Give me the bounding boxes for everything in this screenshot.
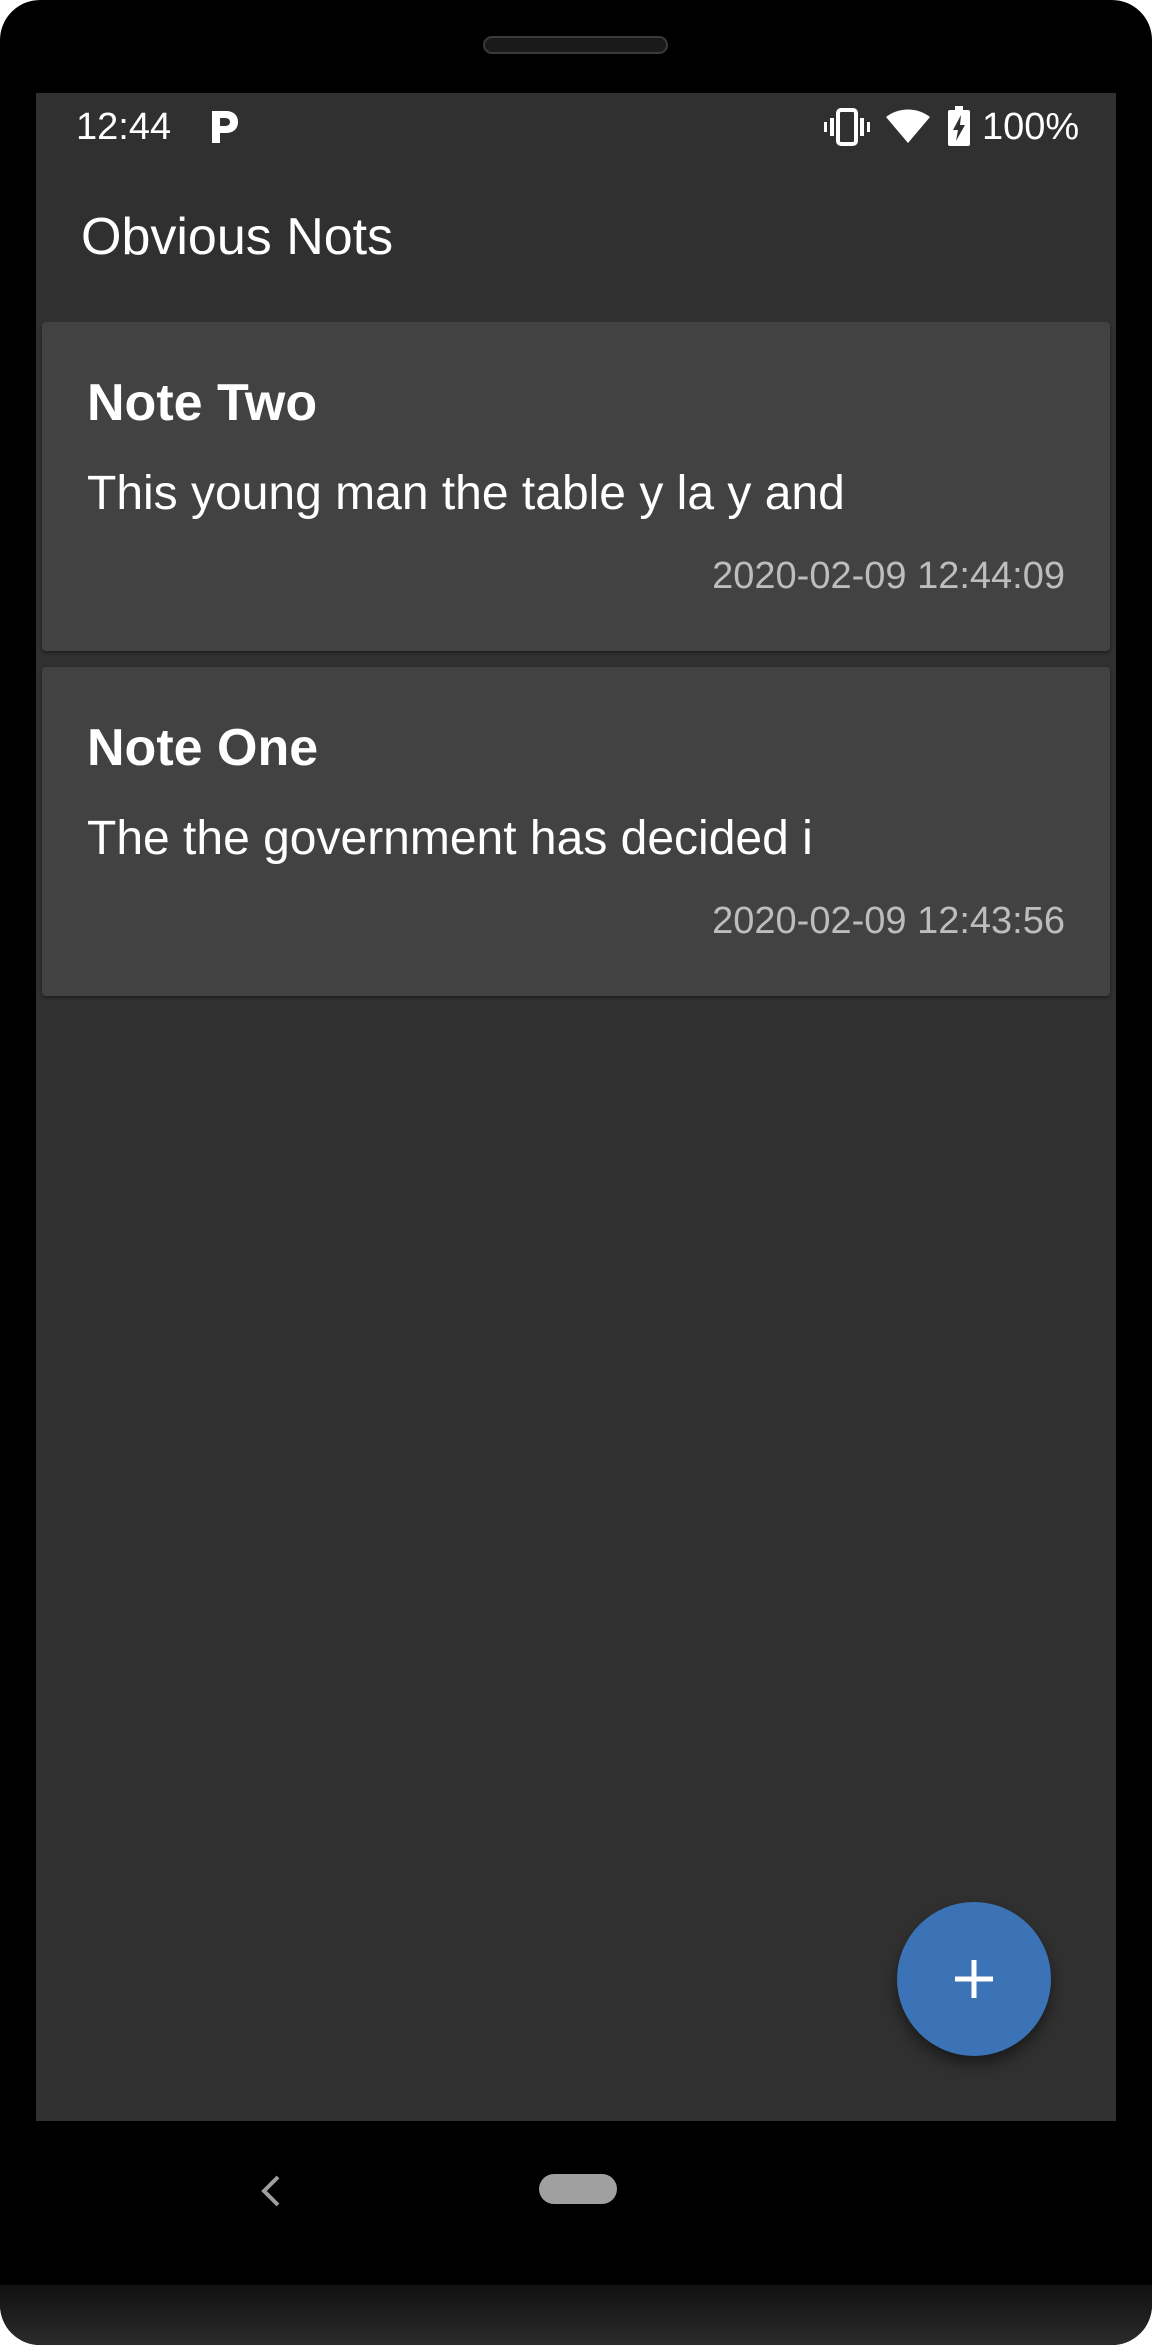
app-title: Obvious Nots [81, 208, 394, 266]
vibrate-icon [824, 108, 870, 146]
phone-frame: 12:44 100% Obvious Nots Note Two This yo… [0, 0, 1152, 2345]
note-card[interactable]: Note Two This young man the table y la y… [42, 322, 1110, 651]
battery-charging-icon [948, 106, 970, 146]
status-time: 12:44 [76, 106, 172, 148]
note-body: The the government has decided i [87, 812, 813, 865]
note-timestamp: 2020-02-09 12:44:09 [712, 555, 1065, 597]
add-note-button[interactable] [897, 1902, 1051, 2056]
home-pill[interactable] [539, 2174, 617, 2204]
note-title: Note Two [87, 374, 318, 432]
wifi-icon [886, 109, 930, 143]
status-bar: 12:44 100% [36, 93, 1116, 159]
plus-icon [955, 1960, 993, 1998]
note-title: Note One [87, 719, 319, 777]
app-screen: 12:44 100% Obvious Nots Note Two This yo… [36, 93, 1116, 2121]
navigation-bar [36, 2121, 1116, 2261]
note-body: This young man the table y la y and [87, 467, 845, 520]
parking-icon [212, 111, 238, 143]
phone-bottom-edge [0, 2285, 1152, 2345]
note-card[interactable]: Note One The the government has decided … [42, 667, 1110, 996]
note-timestamp: 2020-02-09 12:43:56 [712, 900, 1065, 942]
battery-percentage: 100% [982, 106, 1080, 148]
earpiece-speaker [483, 36, 668, 54]
back-icon[interactable] [256, 2173, 286, 2209]
